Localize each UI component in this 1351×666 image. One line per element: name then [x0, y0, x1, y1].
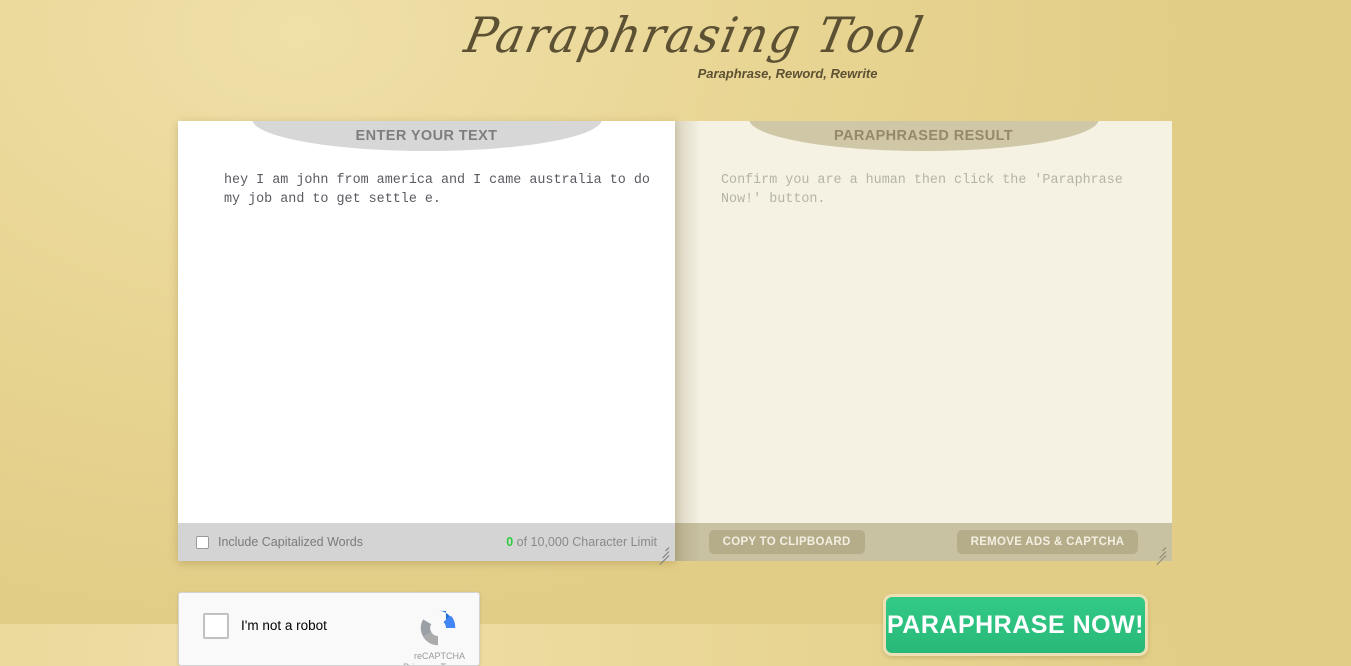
- include-capitalized-words-toggle[interactable]: Include Capitalized Words: [196, 535, 363, 549]
- character-limit-label: of 10,000 Character Limit: [513, 535, 657, 549]
- editor-panels: ENTER YOUR TEXT hey I am john from ameri…: [178, 121, 1172, 566]
- result-resize-handle[interactable]: [1152, 544, 1167, 566]
- result-panel-header: PARAPHRASED RESULT: [675, 121, 1172, 151]
- site-logo[interactable]: Paraphrasing Tool Paraphrase, Reword, Re…: [459, 6, 929, 98]
- recaptcha-label: I'm not a robot: [241, 618, 327, 633]
- logo-title: Paraphrasing Tool: [459, 6, 930, 64]
- logo-tagline: Paraphrase, Reword, Rewrite: [697, 66, 878, 81]
- result-panel-footer: COPY TO CLIPBOARD REMOVE ADS & CAPTCHA: [675, 523, 1172, 561]
- character-counter: 0 of 10,000 Character Limit: [506, 535, 657, 549]
- paraphrase-now-button[interactable]: PARAPHRASE NOW!: [883, 594, 1148, 656]
- capitalized-words-checkbox[interactable]: [196, 535, 209, 549]
- input-panel-header: ENTER YOUR TEXT: [178, 121, 675, 151]
- copy-to-clipboard-button[interactable]: COPY TO CLIPBOARD: [708, 530, 865, 554]
- input-panel-footer: Include Capitalized Words 0 of 10,000 Ch…: [178, 523, 675, 561]
- input-panel-title: ENTER YOUR TEXT: [355, 128, 498, 144]
- site-header: Paraphrasing Tool Paraphrase, Reword, Re…: [0, 0, 1351, 112]
- recaptcha-brand: reCAPTCHA Privacy - Terms: [403, 651, 465, 665]
- result-panel: PARAPHRASED RESULT Confirm you are a hum…: [675, 121, 1172, 566]
- result-text-output[interactable]: Confirm you are a human then click the '…: [675, 151, 1172, 523]
- recaptcha-icon: [415, 605, 461, 651]
- input-panel: ENTER YOUR TEXT hey I am john from ameri…: [178, 121, 675, 566]
- remove-ads-captcha-button[interactable]: REMOVE ADS & CAPTCHA: [956, 530, 1139, 554]
- textarea-resize-handle[interactable]: [655, 544, 670, 566]
- result-panel-title: PARAPHRASED RESULT: [833, 128, 1014, 144]
- recaptcha-widget[interactable]: I'm not a robot reCAPTCHA Privacy - Term…: [178, 592, 480, 666]
- source-text-input[interactable]: hey I am john from america and I came au…: [178, 151, 675, 523]
- recaptcha-checkbox[interactable]: [203, 613, 229, 639]
- capitalized-words-label: Include Capitalized Words: [218, 535, 363, 549]
